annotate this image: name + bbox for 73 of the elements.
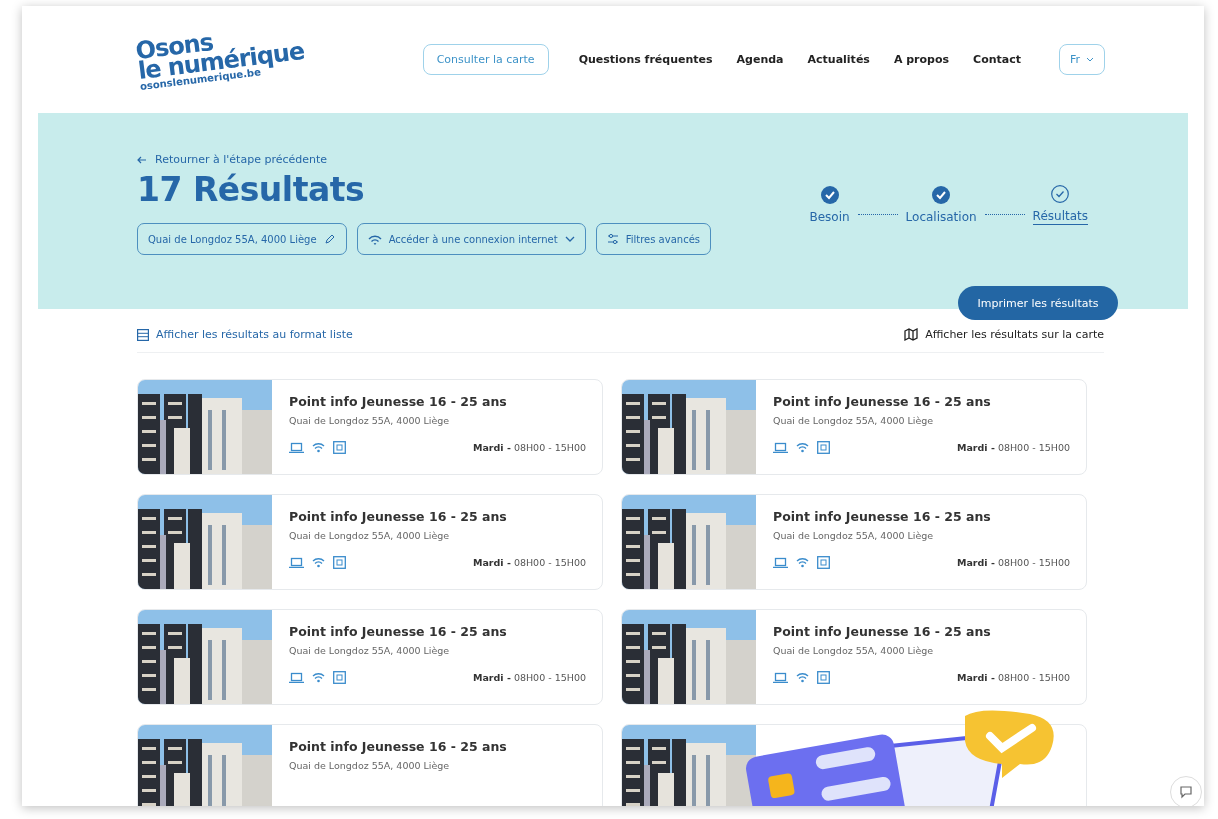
wifi-icon xyxy=(312,672,325,683)
result-title[interactable]: Point info Jeunesse 16 - 25 ans xyxy=(289,624,586,639)
map-button[interactable]: Consulter la carte xyxy=(422,44,549,75)
pencil-icon xyxy=(323,233,336,245)
nav-link[interactable]: A propos xyxy=(893,53,950,66)
step-label: Localisation xyxy=(905,210,977,225)
result-card[interactable]: Point info Jeunesse 16 - 25 ans Quai de Longdoz 55A, 4000 Liège Mardi - 08H00 - 15H00 xyxy=(137,609,603,705)
step-label: Résultats xyxy=(1032,209,1088,225)
laptop-icon xyxy=(773,672,788,683)
step-label: Besoin xyxy=(809,210,850,225)
filter-button[interactable]: Filtres avancés xyxy=(595,223,711,255)
grid-square-icon xyxy=(817,441,830,454)
nav-link[interactable]: Questions fréquentes xyxy=(578,53,713,66)
grid-square-icon xyxy=(333,671,346,684)
results-heading: 17 Résultats xyxy=(137,170,366,209)
filter-button[interactable]: Quai de Longdoz 55A, 4000 Liège xyxy=(137,223,347,255)
chevron-down-icon xyxy=(1086,57,1095,62)
wifi-icon xyxy=(796,672,809,683)
nav-link[interactable]: Agenda xyxy=(736,53,784,66)
arrow-left-icon xyxy=(137,154,147,165)
list-icon xyxy=(137,328,149,341)
result-title[interactable]: Point info Jeunesse 16 - 25 ans xyxy=(773,624,1070,639)
opening-hours: Mardi - 08H00 - 15H00 xyxy=(957,672,1070,683)
list-view-link[interactable]: Afficher les résultats au format liste xyxy=(137,328,353,341)
opening-hours: Mardi - 08H00 - 15H00 xyxy=(957,557,1070,568)
grid-square-icon xyxy=(817,556,830,569)
grid-square-icon xyxy=(817,671,830,684)
laptop-icon xyxy=(773,442,788,453)
laptop-icon xyxy=(773,557,788,568)
result-title[interactable]: Point info Jeunesse 16 - 25 ans xyxy=(289,739,586,754)
grid-square-icon xyxy=(333,441,346,454)
map-icon xyxy=(904,328,919,341)
result-address: Quai de Longdoz 55A, 4000 Liège xyxy=(289,530,451,541)
opening-hours: Mardi - 08H00 - 15H00 xyxy=(957,442,1070,453)
result-address: Quai de Longdoz 55A, 4000 Liège xyxy=(773,415,935,426)
result-address: Quai de Longdoz 55A, 4000 Liège xyxy=(289,415,451,426)
result-card[interactable]: Point info Jeunesse 16 - 25 ans Quai de Longdoz 55A, 4000 Liège Mardi - 08H00 - 15H00 xyxy=(621,379,1087,475)
wifi-icon xyxy=(367,233,382,245)
result-address: Quai de Longdoz 55A, 4000 Liège xyxy=(289,760,451,771)
wifi-icon xyxy=(312,442,325,453)
result-title[interactable]: Point info Jeunesse 16 - 25 ans xyxy=(289,509,586,524)
map-view-link[interactable]: Afficher les résultats sur la carte xyxy=(904,328,1104,341)
wifi-icon xyxy=(796,557,809,568)
result-title[interactable]: Point info Jeunesse 16 - 25 ans xyxy=(773,394,1070,409)
opening-hours: Mardi - 08H00 - 15H00 xyxy=(473,442,586,453)
nav-link[interactable]: Actualités xyxy=(807,53,870,66)
nav-link[interactable]: Contact xyxy=(973,53,1021,66)
feedback-button[interactable] xyxy=(1170,776,1202,806)
language-select[interactable]: Fr xyxy=(1059,44,1105,75)
result-card[interactable]: Point info Jeunesse 16 - 25 ans Quai de Longdoz 55A, 4000 Liège Mardi - 08H00 - 15H00 xyxy=(621,494,1087,590)
result-address: Quai de Longdoz 55A, 4000 Liège xyxy=(773,530,935,541)
opening-hours: Mardi - 08H00 - 15H00 xyxy=(473,557,586,568)
back-link[interactable]: Retourner à l'étape précédente xyxy=(137,153,711,166)
wifi-icon xyxy=(312,557,325,568)
sliders-icon xyxy=(606,233,619,245)
result-address: Quai de Longdoz 55A, 4000 Liège xyxy=(289,645,451,656)
result-title[interactable]: Point info Jeunesse 16 - 25 ans xyxy=(289,394,586,409)
speech-bubble-icon xyxy=(1179,785,1193,799)
result-address: Quai de Longdoz 55A, 4000 Liège xyxy=(773,645,935,656)
laptop-icon xyxy=(289,672,304,683)
laptop-icon xyxy=(289,442,304,453)
result-card[interactable]: Point info Jeunesse 16 - 25 ans Quai de Longdoz 55A, 4000 Liège Mardi - 08H00 - 15H00 xyxy=(621,609,1087,705)
result-title[interactable]: Point info Jeunesse 16 - 25 ans xyxy=(773,509,1070,524)
filter-button[interactable]: Accéder à une connexion internet xyxy=(356,223,586,255)
result-card[interactable]: Point info Jeunesse 16 - 25 ans Quai de Longdoz 55A, 4000 Liège xyxy=(137,724,603,806)
wifi-icon xyxy=(796,442,809,453)
grid-square-icon xyxy=(333,556,346,569)
opening-hours: Mardi - 08H00 - 15H00 xyxy=(473,672,586,683)
result-card[interactable]: Point info Jeunesse 16 - 25 ans Quai de Longdoz 55A, 4000 Liège Mardi - 08H00 - 15H00 xyxy=(137,494,603,590)
laptop-icon xyxy=(289,557,304,568)
print-button[interactable]: Imprimer les résultats xyxy=(958,286,1118,320)
chevron-down-icon xyxy=(564,236,575,242)
result-card[interactable]: Point info Jeunesse 16 - 25 ans Quai de Longdoz 55A, 4000 Liège Mardi - 08H00 - 15H00 xyxy=(137,379,603,475)
